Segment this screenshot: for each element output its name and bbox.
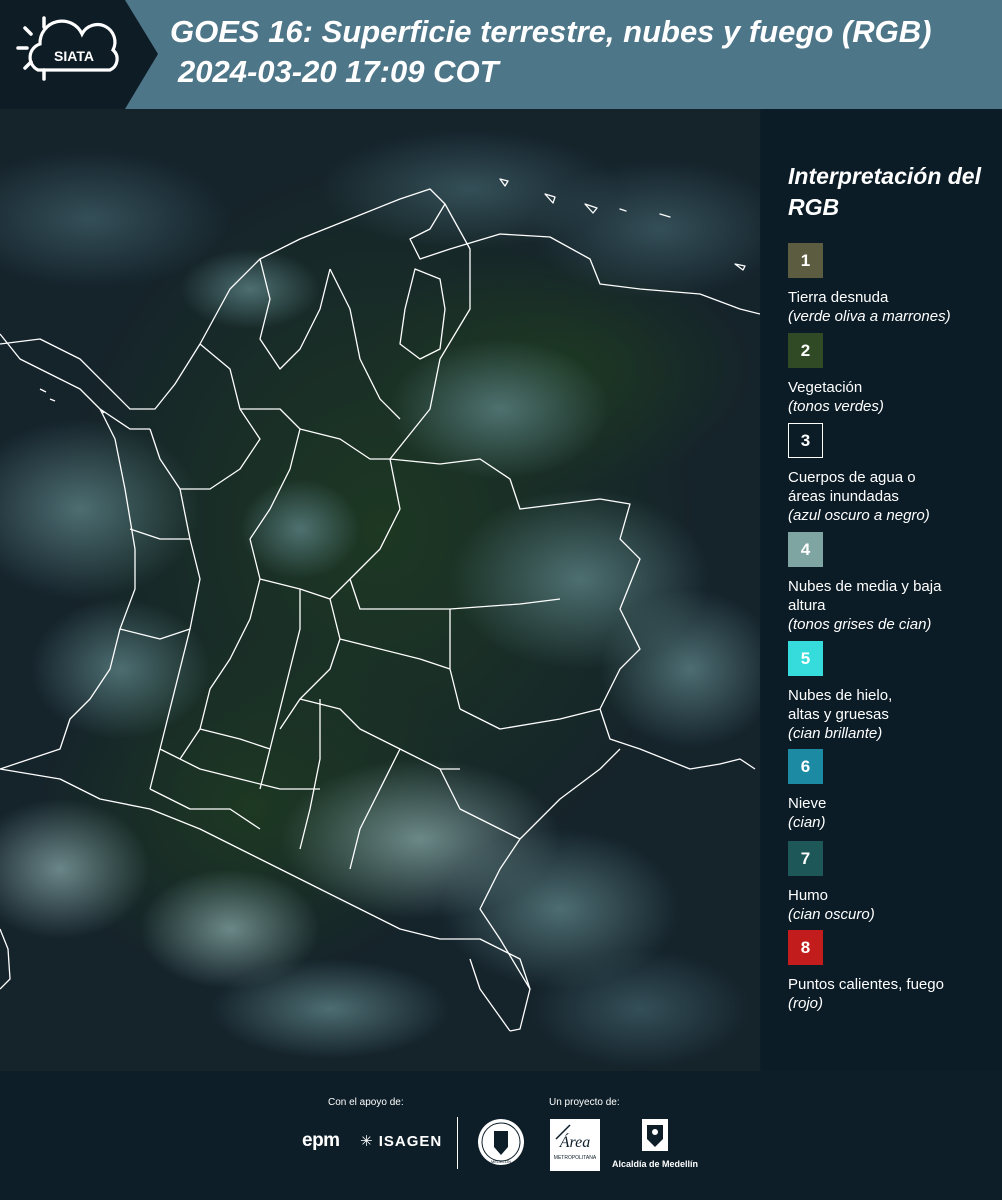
- alcaldia-label: Alcaldía de Medellín: [612, 1159, 699, 1169]
- project-label: Un proyecto de:: [549, 1097, 620, 1108]
- legend-item: 1 Tierra desnuda (verde oliva a marrones…: [788, 243, 998, 326]
- alcaldia-logo: [638, 1117, 672, 1160]
- legend-title: Interpretación del RGB: [788, 163, 981, 220]
- support-label: Con el apoyo de:: [328, 1097, 404, 1108]
- legend-panel: Interpretación del RGB 1 Tierra desnuda …: [762, 109, 1002, 1071]
- legend-item: 2 Vegetación (tonos verdes): [788, 333, 998, 416]
- header-bar: SIATA GOES 16: Superficie terrestre, nub…: [0, 0, 1002, 109]
- legend-label: Nubes de media y baja altura: [788, 578, 942, 614]
- isagen-text: ISAGEN: [378, 1133, 443, 1150]
- legend-label: Nubes de hielo, altas y gruesas: [788, 687, 893, 723]
- legend-sublabel: (cian): [788, 814, 826, 831]
- isagen-logo: ✳ ISAGEN: [360, 1132, 442, 1150]
- legend-swatch: 7: [788, 841, 823, 876]
- logo-text: SIATA: [54, 48, 94, 64]
- legend-item: 4 Nubes de media y baja altura (tonos gr…: [788, 532, 998, 634]
- epm-logo: epm: [302, 1130, 340, 1151]
- medellin-seal-logo: MEDELLÍN: [476, 1117, 526, 1174]
- legend-swatch: 6: [788, 749, 823, 784]
- legend-swatch: 8: [788, 930, 823, 965]
- seal-text: MEDELLÍN: [491, 1159, 511, 1164]
- svg-text:Área: Área: [559, 1132, 591, 1151]
- footer-divider: [457, 1117, 458, 1169]
- timestamp: 2024-03-20 17:09 COT: [178, 54, 499, 89]
- legend-item: 6 Nieve (cian): [788, 749, 998, 832]
- isagen-icon: ✳: [360, 1133, 374, 1150]
- legend-sublabel: (cian brillante): [788, 725, 883, 742]
- legend-item: 3 Cuerpos de agua o áreas inundadas (azu…: [788, 423, 998, 525]
- legend-label: Vegetación: [788, 379, 863, 396]
- legend-sublabel: (tonos verdes): [788, 398, 884, 415]
- legend-sublabel: (azul oscuro a negro): [788, 507, 930, 524]
- area-text: METROPOLITANA: [554, 1155, 597, 1161]
- legend-label: Nieve: [788, 795, 827, 812]
- legend-sublabel: (tonos grises de cian): [788, 616, 932, 633]
- legend-label: Puntos calientes, fuego: [788, 976, 944, 993]
- legend-sublabel: (verde oliva a marrones): [788, 308, 951, 325]
- legend-item: 8 Puntos calientes, fuego (rojo): [788, 930, 998, 1013]
- footer: Con el apoyo de: Un proyecto de: epm ✳ I…: [0, 1071, 1002, 1200]
- legend-swatch: 2: [788, 333, 823, 368]
- area-metropolitana-logo: Área METROPOLITANA: [550, 1119, 600, 1176]
- siata-logo: SIATA: [0, 0, 160, 109]
- satellite-map[interactable]: [0, 109, 760, 1071]
- legend-swatch: 1: [788, 243, 823, 278]
- legend-item: 5 Nubes de hielo, altas y gruesas (cian …: [788, 641, 998, 743]
- page-title: GOES 16: Superficie terrestre, nubes y f…: [170, 14, 932, 49]
- legend-sublabel: (cian oscuro): [788, 906, 875, 923]
- legend-label: Humo: [788, 887, 829, 904]
- legend-label: Cuerpos de agua o áreas inundadas: [788, 469, 916, 505]
- legend-label: Tierra desnuda: [788, 289, 889, 306]
- legend-item: 7 Humo (cian oscuro): [788, 841, 998, 924]
- legend-sublabel: (rojo): [788, 995, 824, 1012]
- legend-swatch: 4: [788, 532, 823, 567]
- legend-swatch: 5: [788, 641, 823, 676]
- legend-swatch: 3: [788, 423, 823, 458]
